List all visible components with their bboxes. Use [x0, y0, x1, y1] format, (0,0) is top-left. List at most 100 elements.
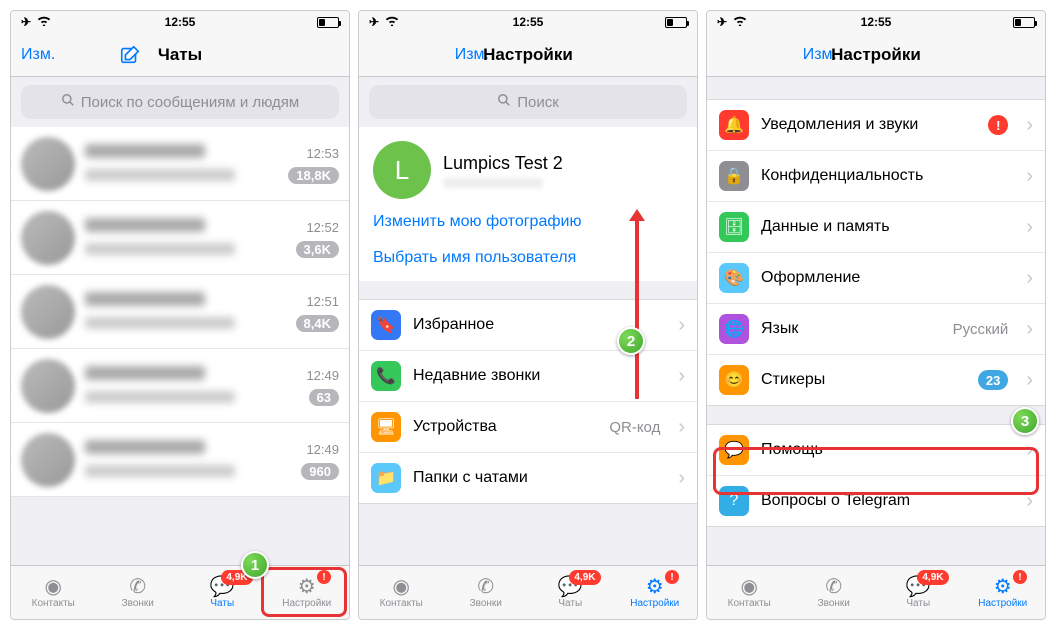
chat-row[interactable]: 12:49 960 [11, 423, 349, 497]
chat-row[interactable]: 12:51 8,4K [11, 275, 349, 349]
cell-saved-messages[interactable]: 🔖 Избранное › [359, 300, 697, 351]
edit-button[interactable]: Изм. [21, 46, 81, 64]
page-title: Настройки [359, 45, 697, 65]
search-icon [61, 93, 75, 111]
tab-calls[interactable]: ✆Звонки [96, 566, 181, 619]
tab-bar: ◉Контакты ✆Звонки 💬Чаты4,9K ⚙Настройки! [707, 565, 1045, 619]
bookmark-icon: 🔖 [371, 310, 401, 340]
cell-notifications[interactable]: 🔔 Уведомления и звуки ! › [707, 100, 1045, 151]
cell-devices[interactable]: 🖥 Устройства QR-код › [359, 402, 697, 453]
gear-icon: ⚙ [646, 577, 664, 597]
chevron-icon: › [672, 365, 685, 388]
chevron-icon: › [1020, 439, 1033, 462]
chat-time: 12:51 [306, 294, 339, 309]
contacts-icon: ◉ [741, 577, 758, 597]
statusbar-time: 12:55 [797, 15, 955, 29]
cell-appearance[interactable]: 🎨 Оформление › [707, 253, 1045, 304]
phone-icon: ✆ [825, 577, 842, 597]
lock-icon: 🔒 [719, 161, 749, 191]
cell-data-storage[interactable]: 🗄 Данные и память › [707, 202, 1045, 253]
tab-bar: ◉Контакты ✆Звонки 💬Чаты4,9K ⚙Настройки! [11, 565, 349, 619]
cell-value: QR-код [609, 419, 660, 436]
cell-privacy[interactable]: 🔒 Конфиденциальность › [707, 151, 1045, 202]
battery-icon [317, 17, 339, 28]
airplane-icon: ✈︎ [369, 15, 379, 29]
tab-settings[interactable]: ⚙Настройки! [265, 566, 350, 619]
status-bar: ✈︎ 12:55 [11, 11, 349, 33]
chat-time: 12:53 [306, 146, 339, 161]
sticker-icon: 😊 [719, 365, 749, 395]
search-icon [497, 93, 511, 111]
chat-time: 12:52 [306, 220, 339, 235]
chat-row[interactable]: 12:53 18,8K [11, 127, 349, 201]
phone-icon: ✆ [129, 577, 146, 597]
chevron-icon: › [1020, 490, 1033, 513]
search-input[interactable]: Поиск по сообщениям и людям [21, 85, 339, 119]
tab-chats[interactable]: 💬Чаты4,9K [528, 566, 613, 619]
search-input[interactable]: Поиск [369, 85, 687, 119]
avatar [21, 433, 75, 487]
screen-settings-scrolled: ✈︎ 12:55 Настройки Изм. 🔔 Уведомления и … [706, 10, 1046, 620]
cell-stickers[interactable]: 😊 Стикеры 23 › [707, 355, 1045, 405]
tab-bar: ◉Контакты ✆Звонки 💬Чаты4,9K ⚙Настройки! [359, 565, 697, 619]
navbar: Настройки Изм. [707, 33, 1045, 77]
tab-contacts[interactable]: ◉Контакты [707, 566, 792, 619]
folder-icon: 📁 [371, 463, 401, 493]
tab-calls[interactable]: ✆Звонки [444, 566, 529, 619]
cell-recent-calls[interactable]: 📞 Недавние звонки › [359, 351, 697, 402]
chevron-icon: › [1020, 318, 1033, 341]
bell-icon: 🔔 [719, 110, 749, 140]
cell-telegram-faq[interactable]: ? Вопросы о Telegram › [707, 476, 1045, 526]
tab-calls[interactable]: ✆Звонки [792, 566, 877, 619]
chat-time: 12:49 [306, 368, 339, 383]
chevron-icon: › [672, 416, 685, 439]
navbar: Настройки Изм. [359, 33, 697, 77]
avatar [21, 285, 75, 339]
contacts-icon: ◉ [45, 577, 62, 597]
airplane-icon: ✈︎ [717, 15, 727, 29]
tab-chats[interactable]: 💬Чаты4,9K [876, 566, 961, 619]
contacts-icon: ◉ [393, 577, 410, 597]
wifi-icon [733, 15, 747, 29]
compose-icon [119, 44, 141, 66]
edit-button[interactable]: Изм. [429, 46, 489, 64]
navbar: Изм. Чаты [11, 33, 349, 77]
cell-value: Русский [953, 321, 1009, 338]
cell-support[interactable]: 💬 Помощь › [707, 425, 1045, 476]
callout-2: 2 [617, 327, 645, 355]
unread-badge: 18,8K [288, 167, 339, 184]
status-bar: ✈︎ 12:55 [359, 11, 697, 33]
tab-settings[interactable]: ⚙Настройки! [613, 566, 698, 619]
tab-contacts[interactable]: ◉Контакты [359, 566, 444, 619]
scroll-arrow [635, 219, 639, 399]
chat-bubble-icon: 💬 [719, 435, 749, 465]
chevron-icon: › [1020, 369, 1033, 392]
unread-badge: 63 [309, 389, 339, 406]
profile-block[interactable]: L Lumpics Test 2 Изменить мою фотографию… [359, 127, 697, 281]
cell-chat-folders[interactable]: 📁 Папки с чатами › [359, 453, 697, 503]
cell-language[interactable]: 🌐 Язык Русский › [707, 304, 1045, 355]
airplane-icon: ✈︎ [21, 15, 31, 29]
tab-contacts[interactable]: ◉Контакты [11, 566, 96, 619]
chevron-icon: › [1020, 165, 1033, 188]
battery-icon [1013, 17, 1035, 28]
chevron-icon: › [1020, 267, 1033, 290]
avatar [21, 359, 75, 413]
edit-button[interactable]: Изм. [777, 46, 837, 64]
tab-settings[interactable]: ⚙Настройки! [961, 566, 1046, 619]
chat-row[interactable]: 12:49 63 [11, 349, 349, 423]
chat-time: 12:49 [306, 442, 339, 457]
wifi-icon [37, 15, 51, 29]
avatar [21, 211, 75, 265]
alert-badge: ! [988, 115, 1008, 135]
callout-3: 3 [1011, 407, 1039, 435]
unread-badge: 960 [301, 463, 339, 480]
database-icon: 🗄 [719, 212, 749, 242]
chat-row[interactable]: 12:52 3,6K [11, 201, 349, 275]
settings-badge: ! [665, 570, 679, 584]
compose-button[interactable] [81, 44, 141, 66]
statusbar-time: 12:55 [101, 15, 259, 29]
settings-badge: ! [1013, 570, 1027, 584]
profile-name: Lumpics Test 2 [443, 153, 563, 174]
battery-icon [665, 17, 687, 28]
